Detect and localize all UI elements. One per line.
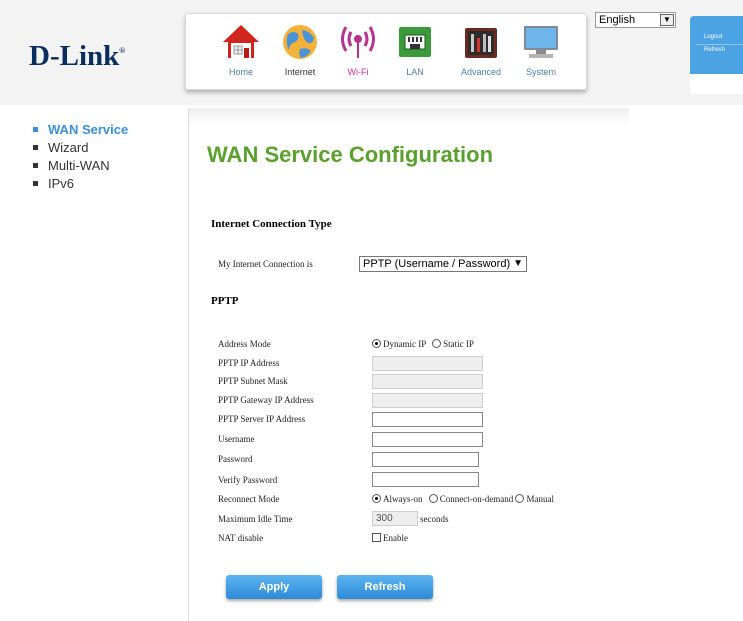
sidebar-item-label: Multi-WAN	[48, 158, 110, 173]
username-input[interactable]	[372, 432, 483, 447]
sidebar-item-label: Wizard	[48, 140, 89, 155]
nav-system-label: System	[525, 67, 556, 77]
nav-wifi[interactable]: Wi-Fi	[328, 18, 388, 88]
refresh-button[interactable]: Refresh	[337, 575, 433, 599]
pptp-server-label: PPTP Server IP Address	[218, 414, 306, 424]
password-label: Password	[218, 454, 253, 464]
dlink-logo: D-Link®	[29, 40, 125, 73]
static-ip-label: Static IP	[443, 339, 474, 349]
connect-on-demand-radio[interactable]	[428, 494, 438, 503]
max-idle-input[interactable]: 300	[372, 511, 418, 526]
language-selected: English	[599, 14, 636, 26]
pptp-section-title: PPTP	[211, 295, 239, 307]
nat-disable-group: Enable	[372, 532, 408, 543]
nav-wifi-label: Wi-Fi	[347, 67, 369, 77]
language-select[interactable]: English ▼	[595, 12, 676, 28]
computer-icon	[524, 26, 558, 58]
bullet-icon	[33, 127, 38, 132]
username-label: Username	[218, 434, 255, 444]
password-input[interactable]	[372, 452, 479, 467]
nat-disable-label: NAT disable	[218, 533, 264, 543]
lan-icon	[399, 27, 431, 57]
nav-home[interactable]: Home	[211, 18, 271, 88]
bullet-icon	[33, 163, 38, 168]
nav-advanced[interactable]: Advanced	[451, 18, 511, 88]
top-nav: Home Internet Wi-Fi LAN Advanced System	[185, 13, 587, 90]
nav-lan[interactable]: LAN	[385, 18, 445, 88]
manual-label: Manual	[526, 494, 554, 504]
sidebar-item-label: IPv6	[48, 176, 75, 191]
verify-password-label: Verify Password	[218, 475, 278, 485]
max-idle-label: Maximum Idle Time	[218, 514, 293, 524]
refresh-link[interactable]: Refresh	[704, 47, 725, 53]
pptp-subnet-input[interactable]	[372, 374, 483, 389]
logo-text: D-Link	[29, 40, 120, 72]
nat-enable-checkbox[interactable]	[372, 533, 381, 542]
pptp-subnet-label: PPTP Subnet Mask	[218, 376, 288, 386]
sidebar-item-multi-wan[interactable]: Multi-WAN	[33, 158, 128, 176]
page-title: WAN Service Configuration	[207, 142, 494, 167]
reconnect-mode-group: Always-on Connect-on-demand Manual	[372, 493, 554, 504]
sidebar-item-wan-service[interactable]: WAN Service	[33, 122, 128, 140]
dynamic-ip-radio[interactable]	[372, 339, 381, 348]
bullet-icon	[33, 145, 38, 150]
address-mode-label: Address Mode	[218, 339, 271, 349]
max-idle-unit: seconds	[420, 514, 449, 524]
pptp-server-input[interactable]	[372, 412, 483, 427]
nav-home-label: Home	[228, 67, 253, 77]
session-panel-lower	[690, 74, 743, 94]
bullet-icon	[33, 181, 38, 186]
globe-icon	[283, 25, 317, 59]
pptp-gateway-label: PPTP Gateway IP Address	[218, 395, 314, 405]
pptp-ip-input[interactable]	[372, 356, 483, 371]
connection-type-select[interactable]: PPTP (Username / Password) ▼	[359, 256, 527, 272]
logo-trademark: ®	[119, 46, 126, 55]
pptp-ip-label: PPTP IP Address	[218, 358, 280, 368]
nav-internet[interactable]: Internet	[270, 18, 330, 88]
nav-system[interactable]: System	[511, 18, 571, 88]
pptp-gateway-input[interactable]	[372, 393, 483, 408]
main-content: WAN Service Configuration Internet Conne…	[188, 108, 743, 621]
dynamic-ip-label: Dynamic IP	[383, 339, 426, 349]
session-panel: Logout Refresh	[690, 16, 743, 94]
sidebar-item-ipv6[interactable]: IPv6	[33, 176, 128, 194]
nav-advanced-label: Advanced	[460, 67, 502, 77]
manual-radio[interactable]	[515, 494, 525, 503]
content-top-shadow	[189, 108, 629, 126]
always-on-radio[interactable]	[372, 494, 381, 503]
connection-type-value: PPTP (Username / Password)	[363, 258, 511, 270]
sidebar: WAN Service Wizard Multi-WAN IPv6	[33, 122, 128, 194]
address-mode-group: Dynamic IP Static IP	[372, 338, 474, 349]
nav-lan-label: LAN	[406, 67, 424, 77]
connect-on-demand-label: Connect-on-demand	[439, 494, 514, 504]
static-ip-radio[interactable]	[432, 339, 442, 348]
nav-internet-label: Internet	[284, 67, 316, 77]
chevron-down-icon: ▼	[513, 258, 523, 269]
sidebar-item-wizard[interactable]: Wizard	[33, 140, 128, 158]
reconnect-mode-label: Reconnect Mode	[218, 494, 280, 504]
session-divider	[696, 44, 743, 45]
verify-password-input[interactable]	[372, 472, 479, 487]
apply-button[interactable]: Apply	[226, 575, 322, 599]
toolbox-icon	[465, 28, 497, 58]
connection-label: My Internet Connection is	[218, 259, 313, 269]
wifi-icon	[341, 26, 375, 58]
connection-section-title: Internet Connection Type	[211, 218, 332, 230]
home-icon	[223, 25, 259, 58]
sidebar-item-label: WAN Service	[48, 122, 129, 137]
logout-link[interactable]: Logout	[704, 34, 722, 40]
nat-enable-label: Enable	[383, 533, 408, 543]
chevron-down-icon: ▼	[660, 14, 674, 26]
always-on-label: Always-on	[383, 494, 423, 504]
